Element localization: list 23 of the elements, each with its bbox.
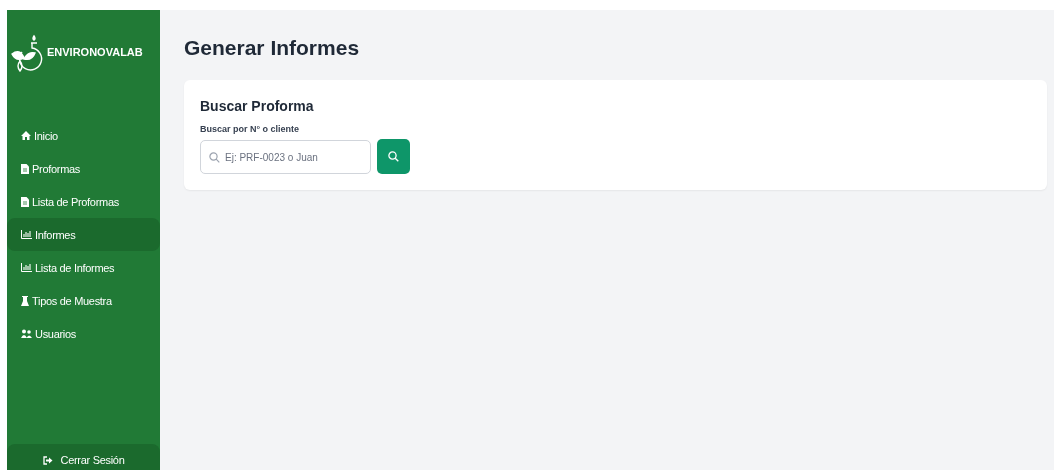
logout-button[interactable]: Cerrar Sesión xyxy=(7,444,160,470)
nav-item[interactable]: Lista de Proformas xyxy=(7,185,160,218)
document-icon xyxy=(21,196,29,207)
page-title: Generar Informes xyxy=(184,36,361,60)
card-title: Buscar Proforma xyxy=(200,98,315,114)
nav-item[interactable]: Proformas xyxy=(7,152,160,185)
search-field[interactable]: Ej: PRF-0023 o Juan xyxy=(200,140,371,174)
nav-item[interactable]: Informes xyxy=(7,218,160,251)
bar-chart-icon xyxy=(21,230,32,239)
logout-icon xyxy=(42,455,53,465)
document-icon xyxy=(21,163,29,174)
nav-item[interactable]: Tipos de Muestra xyxy=(7,284,160,317)
nav-item[interactable]: Usuarios xyxy=(7,317,160,350)
nav-item[interactable]: Inicio xyxy=(7,119,160,152)
field-label: Buscar por N° o cliente xyxy=(200,124,301,134)
flask-icon xyxy=(21,295,29,306)
bar-chart-icon xyxy=(21,263,32,272)
home-icon xyxy=(21,131,31,140)
search-icon xyxy=(388,151,399,162)
brand-name: ENVIRONOVALAB xyxy=(47,45,143,58)
users-icon xyxy=(21,329,32,338)
nav-item[interactable]: Lista de Informes xyxy=(7,251,160,284)
search-button[interactable] xyxy=(377,139,410,174)
